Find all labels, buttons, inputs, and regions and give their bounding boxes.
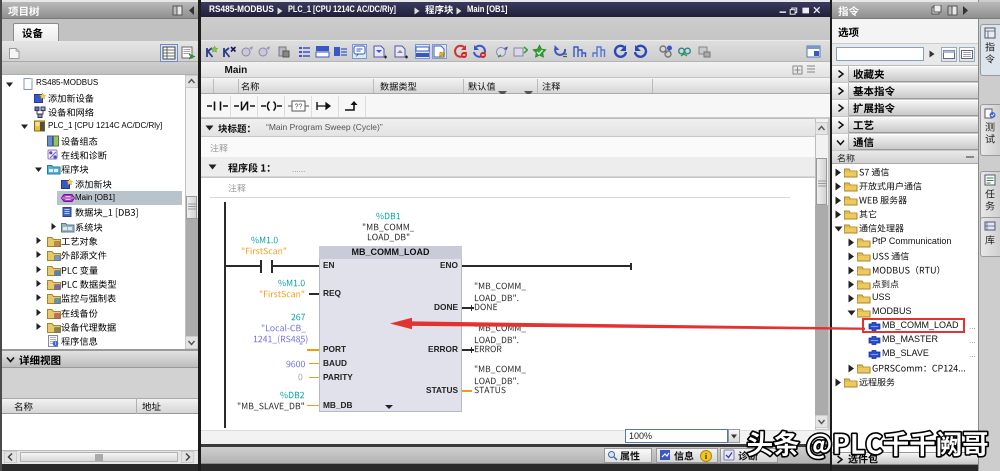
svg-text:??: ?? (295, 104, 303, 111)
svg-text:i: i (55, 341, 56, 347)
